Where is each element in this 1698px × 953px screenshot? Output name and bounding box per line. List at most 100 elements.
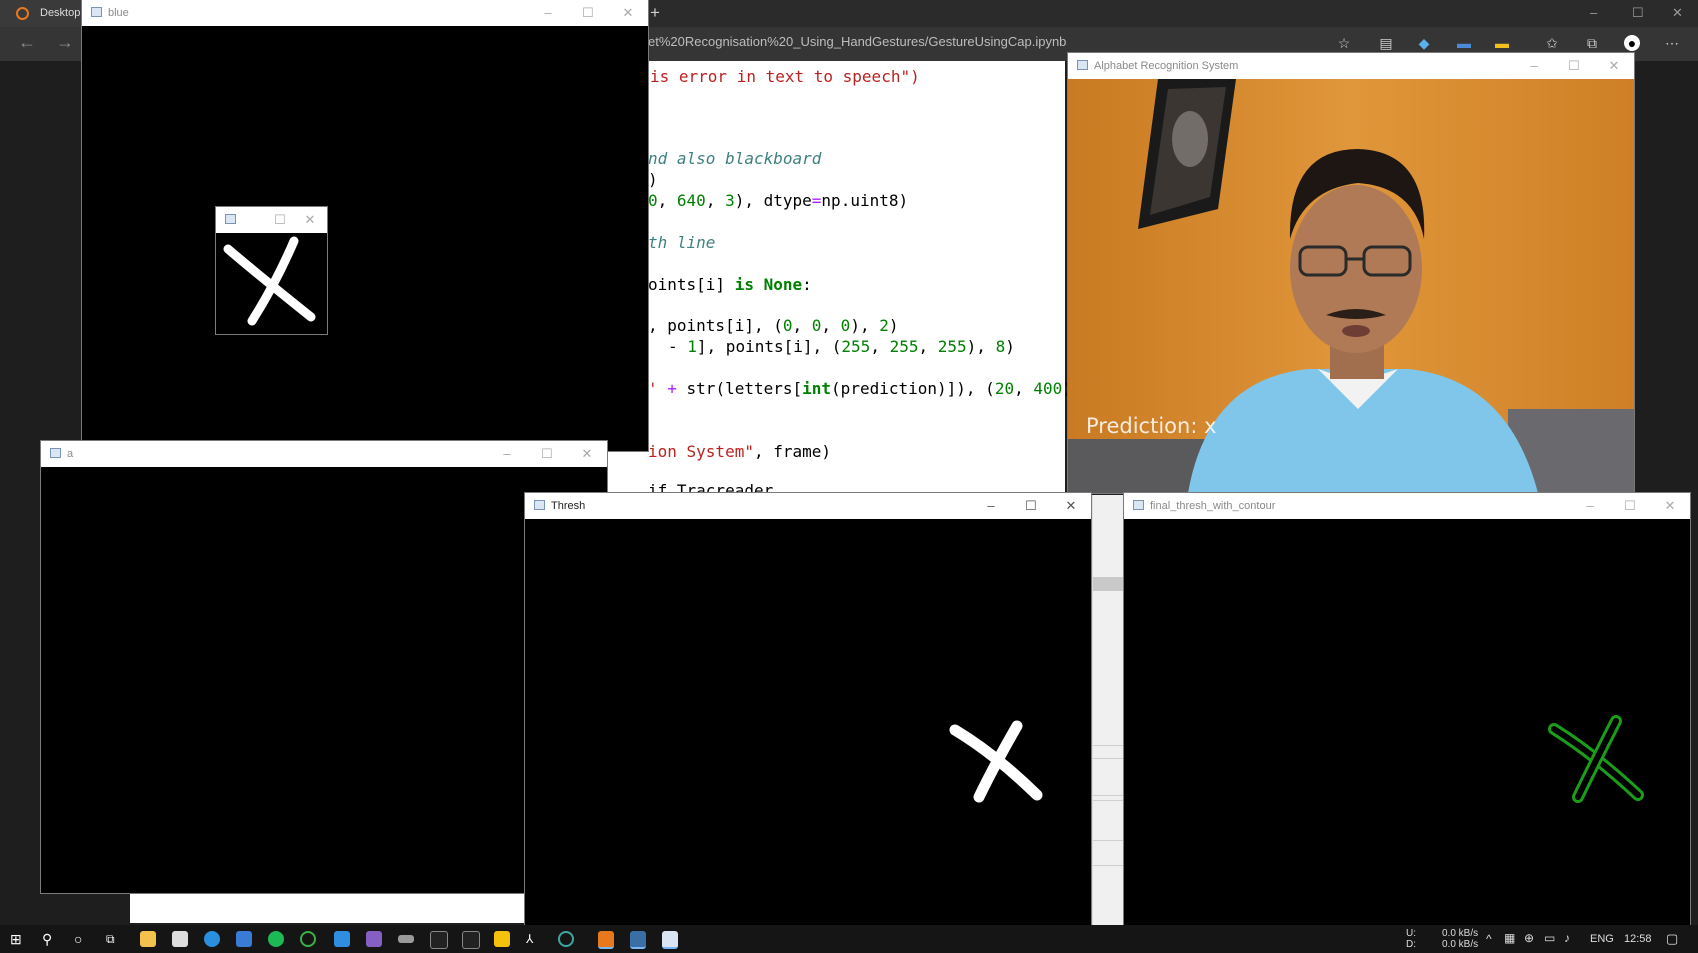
app-ring-icon[interactable] [558, 931, 574, 947]
app-circle-icon[interactable] [300, 931, 316, 947]
maximize-button[interactable]: ☐ [1011, 493, 1051, 519]
code-line: is error in text to speech") [650, 67, 920, 86]
window-app-icon [534, 500, 545, 510]
browser-minimize-button[interactable]: – [1590, 5, 1597, 20]
scrollbar-thumb[interactable] [1093, 577, 1125, 591]
forward-arrow-icon[interactable]: → [56, 32, 74, 53]
window-titlebar[interactable]: Thresh – ☐ ✕ [525, 493, 1091, 519]
wifi-icon[interactable]: ▭ [1544, 931, 1555, 945]
favorites-icon[interactable]: ✩ [1544, 35, 1560, 51]
code-token: ) [1005, 337, 1015, 356]
opencv-window-icon[interactable] [662, 931, 678, 949]
net-down-speed: 0.0 kB/s [1442, 939, 1479, 950]
minimize-button[interactable]: – [971, 493, 1011, 519]
notification-icon[interactable]: ▢ [1666, 931, 1678, 947]
code-token: is None [734, 275, 803, 294]
code-token: 8 [995, 337, 1006, 356]
code-line: th line [648, 233, 715, 252]
search-icon[interactable]: ⚲ [42, 931, 58, 947]
pdf-icon[interactable]: ⅄ [526, 931, 542, 947]
start-windows-icon[interactable]: ⊞ [10, 931, 26, 947]
window-titlebar[interactable]: a – ☐ ✕ [41, 441, 607, 467]
extension-2-icon[interactable]: ▬ [1456, 35, 1472, 51]
window-titlebar[interactable]: final_thresh_with_contour – ☐ ✕ [1124, 493, 1690, 519]
close-button[interactable]: ✕ [1650, 493, 1690, 519]
code-token: ), dtype [734, 191, 812, 210]
code-token: (prediction)]), ( [831, 379, 995, 398]
network-globe-icon[interactable]: ⊕ [1524, 931, 1534, 945]
browser-close-button[interactable]: ✕ [1672, 5, 1683, 21]
chevron-up-icon[interactable]: ^ [1486, 932, 1492, 946]
extension-3-icon[interactable]: ▬ [1494, 35, 1510, 51]
minimize-button[interactable]: – [528, 0, 568, 26]
code-line: - 1], points[i], (255, 255, 255), 8) [668, 337, 1015, 356]
sticky-notes-icon[interactable] [494, 931, 510, 947]
window-blue[interactable]: blue – ☐ ✕ [82, 0, 648, 451]
window-alphabet-recognition[interactable]: Alphabet Recognition System – ☐ ✕ Predic… [1068, 53, 1634, 493]
code-token: 400 [1033, 379, 1063, 398]
window-titlebar[interactable]: ☐ ✕ [216, 207, 327, 233]
window-title: blue [108, 7, 129, 19]
edge-icon[interactable] [204, 931, 220, 947]
code-token: is error in text to speech") [650, 67, 920, 86]
minimize-button[interactable]: – [1514, 53, 1554, 79]
close-button[interactable]: ✕ [608, 0, 648, 26]
pycharm-icon[interactable] [430, 931, 448, 949]
visual-studio-icon[interactable] [366, 931, 382, 947]
back-arrow-icon[interactable]: ← [18, 32, 36, 53]
window-titlebar[interactable]: Alphabet Recognition System – ☐ ✕ [1068, 53, 1634, 79]
code-token: int [802, 379, 832, 398]
notebook-scrollbar[interactable] [1092, 495, 1125, 925]
code-token: , [918, 337, 938, 356]
spotify-icon[interactable] [268, 931, 284, 947]
volume-icon[interactable]: ♪ [1564, 931, 1570, 945]
new-tab-button[interactable]: + [650, 3, 660, 23]
file-explorer-icon[interactable] [140, 931, 156, 947]
close-button[interactable]: ✕ [295, 207, 325, 233]
maximize-button[interactable]: ☐ [527, 441, 567, 467]
cortana-icon[interactable]: ○ [74, 931, 90, 947]
close-button[interactable]: ✕ [1051, 493, 1091, 519]
jupyter-taskbar-icon[interactable] [598, 931, 614, 949]
code-token: , frame) [753, 442, 832, 461]
store-icon[interactable] [172, 931, 188, 947]
clock-time[interactable]: 12:58 [1624, 933, 1652, 945]
more-menu-icon[interactable]: ⋯ [1664, 35, 1680, 51]
python-window-icon[interactable] [630, 931, 646, 949]
window-letter-preview[interactable]: ☐ ✕ [216, 207, 327, 334]
profile-avatar-icon[interactable]: ● [1624, 35, 1640, 51]
window-title: a [67, 448, 74, 460]
tray-app-icon[interactable]: ▦ [1504, 931, 1515, 945]
window-final-thresh-contour[interactable]: final_thresh_with_contour – ☐ ✕ [1124, 493, 1690, 925]
maximize-button[interactable]: ☐ [265, 207, 295, 233]
close-button[interactable]: ✕ [1594, 53, 1634, 79]
vscode-icon[interactable] [334, 931, 350, 947]
address-bar[interactable]: et%20Recognisation%20_Using_HandGestures… [648, 34, 1066, 49]
maximize-button[interactable]: ☐ [1554, 53, 1594, 79]
intellij-icon[interactable] [462, 931, 480, 949]
task-view-icon[interactable]: ⧉ [106, 931, 122, 947]
maximize-button[interactable]: ☐ [568, 0, 608, 26]
window-titlebar[interactable]: blue – ☐ ✕ [82, 0, 648, 26]
browser-tab[interactable]: Desktop [0, 0, 86, 27]
browser-restore-button[interactable]: ☐ [1632, 5, 1644, 21]
app-bar-icon[interactable] [398, 935, 414, 943]
window-app-icon [225, 214, 236, 224]
collections-icon[interactable]: ⧉ [1584, 35, 1600, 51]
reading-list-icon[interactable]: ▤ [1378, 35, 1394, 51]
window-a[interactable]: a – ☐ ✕ [41, 441, 607, 893]
language-indicator[interactable]: ENG [1590, 933, 1614, 945]
minimize-button[interactable]: – [1570, 493, 1610, 519]
favorite-star-icon[interactable]: ☆ [1336, 35, 1352, 51]
code-token: np.uint8) [821, 191, 909, 210]
maximize-button[interactable]: ☐ [1610, 493, 1650, 519]
code-token: + [667, 379, 677, 398]
code-token: ) [648, 170, 658, 189]
close-button[interactable]: ✕ [567, 441, 607, 467]
code-token: 640 [676, 191, 706, 210]
extension-icon[interactable]: ◆ [1416, 35, 1432, 51]
minimize-button[interactable]: – [487, 441, 527, 467]
app-icon[interactable] [236, 931, 252, 947]
code-token: = [811, 191, 822, 210]
window-thresh[interactable]: Thresh – ☐ ✕ [525, 493, 1091, 925]
